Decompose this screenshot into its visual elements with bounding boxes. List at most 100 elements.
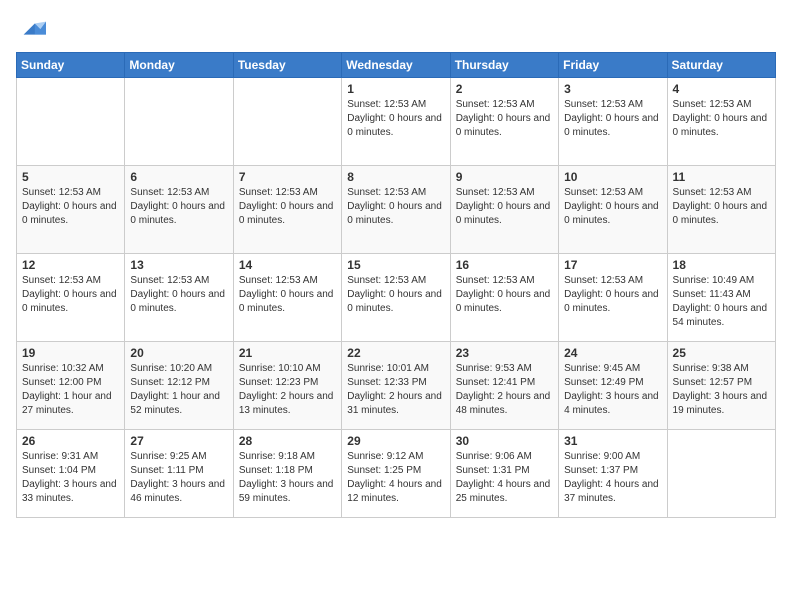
day-info: Sunrise: 9:25 AM Sunset: 1:11 PM Dayligh… — [130, 450, 227, 506]
calendar-cell: 28Sunrise: 9:18 AM Sunset: 1:18 PM Dayli… — [233, 430, 341, 518]
day-info: Sunset: 12:53 AM Daylight: 0 hours and 0… — [347, 274, 444, 316]
calendar-cell — [667, 430, 775, 518]
calendar-cell: 25Sunrise: 9:38 AM Sunset: 12:57 PM Dayl… — [667, 342, 775, 430]
day-info: Sunrise: 9:45 AM Sunset: 12:49 PM Daylig… — [564, 362, 661, 418]
calendar-cell: 20 Sunrise: 10:20 AM Sunset: 12:12 PM Day… — [125, 342, 233, 430]
weekday-header: Saturday — [667, 53, 775, 78]
day-number: 13 — [130, 258, 227, 272]
day-number: 16 — [456, 258, 553, 272]
day-number: 29 — [347, 434, 444, 448]
day-info: Sunrise: 9:06 AM Sunset: 1:31 PM Dayligh… — [456, 450, 553, 506]
weekday-header: Monday — [125, 53, 233, 78]
day-info: Sunrise: 10:01 AM Sunset: 12:33 PM Dayli… — [347, 362, 444, 418]
day-info: Sunset: 12:53 AM Daylight: 0 hours and 0… — [347, 186, 444, 228]
day-info: Sunset: 12:53 AM Daylight: 0 hours and 0… — [564, 98, 661, 140]
day-info: Sunset: 12:53 AM Daylight: 0 hours and 0… — [673, 98, 770, 140]
weekday-header: Tuesday — [233, 53, 341, 78]
day-number: 30 — [456, 434, 553, 448]
weekday-header: Wednesday — [342, 53, 450, 78]
day-number: 27 — [130, 434, 227, 448]
day-number: 12 — [22, 258, 119, 272]
calendar-body: 1 Sunset: 12:53 AM Daylight: 0 hours and … — [17, 78, 776, 518]
day-number: 19 — [22, 346, 119, 360]
calendar-cell: 27 Sunrise: 9:25 AM Sunset: 1:11 PM Dayli… — [125, 430, 233, 518]
day-number: 14 — [239, 258, 336, 272]
calendar-cell: 29 Sunrise: 9:12 AM Sunset: 1:25 PM Dayli… — [342, 430, 450, 518]
day-info: Sunrise: 9:12 AM Sunset: 1:25 PM Dayligh… — [347, 450, 444, 506]
calendar-cell: 21 Sunrise: 10:10 AM Sunset: 12:23 PM Day… — [233, 342, 341, 430]
day-info: Sunset: 12:53 AM Daylight: 0 hours and 0… — [564, 274, 661, 316]
calendar-cell: 18Sunrise: 10:49 AM Sunset: 11:43 AM Day… — [667, 254, 775, 342]
day-number: 8 — [347, 170, 444, 184]
calendar-table: SundayMondayTuesdayWednesdayThursdayFrid… — [16, 52, 776, 518]
weekday-header: Friday — [559, 53, 667, 78]
day-number: 1 — [347, 82, 444, 96]
day-number: 3 — [564, 82, 661, 96]
day-number: 5 — [22, 170, 119, 184]
calendar-cell: 22 Sunrise: 10:01 AM Sunset: 12:33 PM Day… — [342, 342, 450, 430]
day-info: Sunrise: 9:31 AM Sunset: 1:04 PM Dayligh… — [22, 450, 119, 506]
day-info: Sunset: 12:53 AM Daylight: 0 hours and 0… — [130, 186, 227, 228]
calendar-cell: 16 Sunset: 12:53 AM Daylight: 0 hours and… — [450, 254, 558, 342]
page-header — [16, 16, 776, 44]
day-info: Sunset: 12:53 AM Daylight: 0 hours and 0… — [22, 186, 119, 228]
day-info: Sunset: 12:53 AM Daylight: 0 hours and 0… — [22, 274, 119, 316]
day-number: 21 — [239, 346, 336, 360]
day-info: Sunset: 12:53 AM Daylight: 0 hours and 0… — [239, 274, 336, 316]
calendar-cell: 19 Sunrise: 10:32 AM Sunset: 12:00 PM Day… — [17, 342, 125, 430]
calendar-cell: 3 Sunset: 12:53 AM Daylight: 0 hours and … — [559, 78, 667, 166]
day-info: Sunset: 12:53 AM Daylight: 0 hours and 0… — [456, 186, 553, 228]
calendar-cell — [17, 78, 125, 166]
calendar-cell: 1 Sunset: 12:53 AM Daylight: 0 hours and … — [342, 78, 450, 166]
day-info: Sunrise: 9:53 AM Sunset: 12:41 PM Daylig… — [456, 362, 553, 418]
day-number: 6 — [130, 170, 227, 184]
day-info: Sunrise: 10:10 AM Sunset: 12:23 PM Dayli… — [239, 362, 336, 418]
day-info: Sunset: 12:53 AM Daylight: 0 hours and 0… — [456, 274, 553, 316]
calendar-cell: 31 Sunrise: 9:00 AM Sunset: 1:37 PM Dayli… — [559, 430, 667, 518]
day-info: Sunrise: 9:00 AM Sunset: 1:37 PM Dayligh… — [564, 450, 661, 506]
calendar-cell: 26 Sunrise: 9:31 AM Sunset: 1:04 PM Dayli… — [17, 430, 125, 518]
logo-icon — [18, 16, 46, 44]
weekday-header: Sunday — [17, 53, 125, 78]
day-info: Sunset: 12:53 AM Daylight: 0 hours and 0… — [347, 98, 444, 140]
calendar-cell: 7Sunset: 12:53 AM Daylight: 0 hours and … — [233, 166, 341, 254]
calendar-cell — [125, 78, 233, 166]
day-number: 23 — [456, 346, 553, 360]
day-number: 24 — [564, 346, 661, 360]
day-number: 20 — [130, 346, 227, 360]
day-info: Sunset: 12:53 AM Daylight: 0 hours and 0… — [130, 274, 227, 316]
day-info: Sunrise: 9:38 AM Sunset: 12:57 PM Daylig… — [673, 362, 770, 418]
calendar-week: 19 Sunrise: 10:32 AM Sunset: 12:00 PM Day… — [17, 342, 776, 430]
calendar-cell: 10Sunset: 12:53 AM Daylight: 0 hours and… — [559, 166, 667, 254]
day-number: 4 — [673, 82, 770, 96]
day-info: Sunset: 12:53 AM Daylight: 0 hours and 0… — [673, 186, 770, 228]
day-info: Sunset: 12:53 AM Daylight: 0 hours and 0… — [456, 98, 553, 140]
day-number: 17 — [564, 258, 661, 272]
calendar-cell: 30 Sunrise: 9:06 AM Sunset: 1:31 PM Dayli… — [450, 430, 558, 518]
day-info: Sunrise: 10:20 AM Sunset: 12:12 PM Dayli… — [130, 362, 227, 418]
day-number: 11 — [673, 170, 770, 184]
day-info: Sunrise: 10:49 AM Sunset: 11:43 AM Dayli… — [673, 274, 770, 330]
calendar-cell: 6 Sunset: 12:53 AM Daylight: 0 hours and … — [125, 166, 233, 254]
calendar-cell: 12 Sunset: 12:53 AM Daylight: 0 hours and… — [17, 254, 125, 342]
day-number: 28 — [239, 434, 336, 448]
day-number: 22 — [347, 346, 444, 360]
calendar-week: 12 Sunset: 12:53 AM Daylight: 0 hours and… — [17, 254, 776, 342]
calendar-week: 1 Sunset: 12:53 AM Daylight: 0 hours and … — [17, 78, 776, 166]
calendar-cell: 23 Sunrise: 9:53 AM Sunset: 12:41 PM Dayl… — [450, 342, 558, 430]
calendar-cell: 17 Sunset: 12:53 AM Daylight: 0 hours and… — [559, 254, 667, 342]
calendar-cell: 8 Sunset: 12:53 AM Daylight: 0 hours and … — [342, 166, 450, 254]
weekday-header: Thursday — [450, 53, 558, 78]
calendar-cell: 13 Sunset: 12:53 AM Daylight: 0 hours and… — [125, 254, 233, 342]
day-number: 31 — [564, 434, 661, 448]
day-number: 10 — [564, 170, 661, 184]
calendar-cell: 5 Sunset: 12:53 AM Daylight: 0 hours and … — [17, 166, 125, 254]
day-number: 26 — [22, 434, 119, 448]
calendar-header: SundayMondayTuesdayWednesdayThursdayFrid… — [17, 53, 776, 78]
day-info: Sunrise: 10:32 AM Sunset: 12:00 PM Dayli… — [22, 362, 119, 418]
calendar-cell — [233, 78, 341, 166]
day-number: 2 — [456, 82, 553, 96]
calendar-cell: 24 Sunrise: 9:45 AM Sunset: 12:49 PM Dayl… — [559, 342, 667, 430]
calendar-cell: 15Sunset: 12:53 AM Daylight: 0 hours and… — [342, 254, 450, 342]
calendar-cell: 9Sunset: 12:53 AM Daylight: 0 hours and … — [450, 166, 558, 254]
